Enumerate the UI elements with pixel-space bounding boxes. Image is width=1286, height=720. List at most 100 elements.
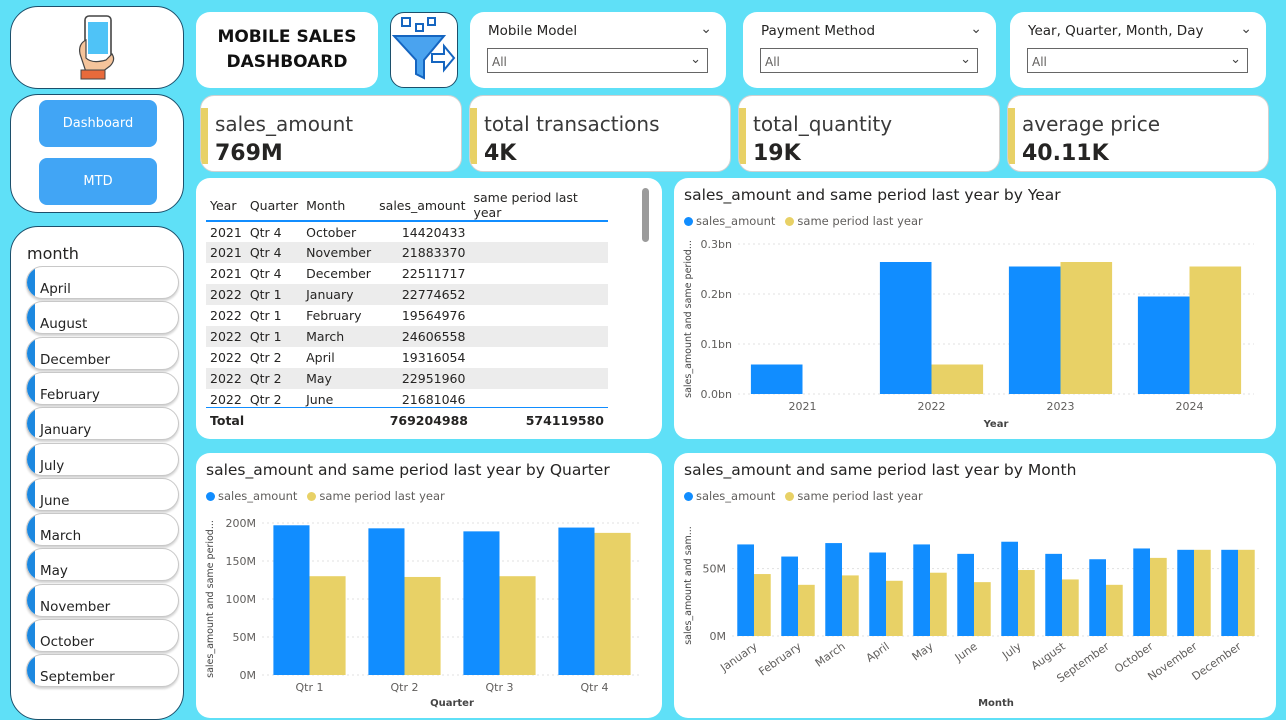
slicer-payment-method[interactable]: Payment Method ⌄ All ⌄ bbox=[743, 12, 996, 88]
x-tick-label: 2023 bbox=[1047, 400, 1075, 413]
slicer-date-hierarchy[interactable]: Year, Quarter, Month, Day ⌄ All ⌄ bbox=[1010, 12, 1266, 88]
chevron-down-icon[interactable]: ⌄ bbox=[970, 21, 982, 37]
table-cell: April bbox=[306, 350, 335, 365]
month-item-may[interactable]: May bbox=[26, 548, 179, 582]
table-row: 2022 Qtr 1 March 24606558 bbox=[206, 326, 608, 347]
bar-sales[interactable] bbox=[825, 543, 842, 636]
bar-sales[interactable] bbox=[558, 527, 595, 675]
bar-sales[interactable] bbox=[1089, 559, 1106, 636]
bar-sales[interactable] bbox=[368, 528, 405, 675]
bar-same-period[interactable] bbox=[1106, 584, 1123, 636]
month-item-july[interactable]: July bbox=[26, 442, 179, 476]
bar-same-period[interactable] bbox=[798, 584, 815, 636]
table-header[interactable]: Quarter bbox=[245, 190, 303, 222]
chart-svg: 0.0bn 0.1bn 0.2bn 0.3bn 2021 2022 2023 2024 Year… bbox=[683, 238, 1254, 430]
table-scrollbar[interactable] bbox=[642, 188, 649, 242]
y-tick-label: 0M bbox=[240, 669, 257, 682]
bar-sales[interactable] bbox=[1137, 296, 1190, 395]
bar-same-period[interactable] bbox=[1060, 262, 1113, 394]
y-tick-label: 0.3bn bbox=[701, 238, 732, 251]
month-item-january[interactable]: January bbox=[26, 407, 179, 441]
month-item-april[interactable]: April bbox=[26, 266, 179, 299]
month-item-august[interactable]: August bbox=[26, 301, 179, 335]
table-cell: Qtr 2 bbox=[249, 350, 282, 365]
month-item-november[interactable]: November bbox=[26, 583, 179, 617]
date-hierarchy-dropdown[interactable]: All ⌄ bbox=[1027, 48, 1248, 73]
y-tick-label: 0M bbox=[710, 630, 727, 643]
bar-same-period[interactable] bbox=[886, 580, 903, 636]
dashboard-button[interactable]: Dashboard bbox=[39, 100, 157, 147]
month-item-december[interactable]: December bbox=[26, 336, 179, 370]
chart-svg: 0M 50M JanuaryFebruary March April May June Jul… bbox=[683, 526, 1260, 709]
bar-same-period[interactable] bbox=[499, 576, 536, 675]
bar-sales[interactable] bbox=[1133, 548, 1150, 636]
bar-sales[interactable] bbox=[1177, 549, 1194, 636]
table-cell bbox=[469, 368, 608, 389]
y-tick-label: 0.0bn bbox=[701, 388, 732, 401]
logo-card bbox=[10, 6, 184, 89]
table-cell: 2022 bbox=[206, 284, 246, 305]
y-tick-label: 0.1bn bbox=[701, 338, 732, 351]
month-item-october[interactable]: October bbox=[26, 619, 179, 652]
bar-same-period[interactable] bbox=[404, 576, 441, 675]
filter-panel-button[interactable] bbox=[390, 12, 458, 88]
bar-same-period[interactable] bbox=[1189, 266, 1242, 395]
bar-sales[interactable] bbox=[1008, 266, 1061, 395]
chevron-down-icon[interactable]: ⌄ bbox=[1240, 21, 1252, 37]
table-cell: Qtr 4 bbox=[245, 242, 303, 263]
bar-sales[interactable] bbox=[879, 262, 932, 394]
bar-sales[interactable] bbox=[869, 552, 886, 636]
y-tick-label: 0.2bn bbox=[701, 288, 732, 301]
bar-same-period[interactable] bbox=[930, 572, 947, 636]
x-tick-label: May bbox=[910, 640, 936, 664]
bar-sales[interactable] bbox=[1045, 553, 1062, 636]
month-item-february[interactable]: February bbox=[26, 371, 179, 405]
bar-sales[interactable] bbox=[463, 531, 500, 675]
table-cell: 21883370 bbox=[375, 242, 470, 263]
chevron-down-icon[interactable]: ⌄ bbox=[700, 21, 712, 37]
table-header[interactable]: same period last year bbox=[469, 190, 608, 222]
bar-same-period[interactable] bbox=[1062, 579, 1079, 636]
month-item-march[interactable]: March bbox=[26, 513, 179, 547]
table-cell: 22774652 bbox=[375, 284, 470, 305]
bar-same-period[interactable] bbox=[1238, 549, 1255, 636]
bar-same-period[interactable] bbox=[974, 582, 991, 636]
bar-sales[interactable] bbox=[737, 544, 754, 636]
table-row: 2022 Qtr 1 January 22774652 bbox=[206, 284, 608, 305]
table-header[interactable]: sales_amount bbox=[375, 190, 470, 222]
bar-sales[interactable] bbox=[781, 556, 798, 636]
bar-sales[interactable] bbox=[913, 544, 930, 636]
slicer-mobile-model[interactable]: Mobile Model ⌄ All ⌄ bbox=[470, 12, 726, 88]
bar-same-period[interactable] bbox=[1018, 570, 1035, 636]
bar-sales[interactable] bbox=[1001, 541, 1018, 636]
table-cell: 2021 bbox=[210, 266, 242, 281]
mtd-button[interactable]: MTD bbox=[39, 158, 157, 205]
table-cell: 22511717 bbox=[401, 266, 466, 281]
payment-method-dropdown[interactable]: All ⌄ bbox=[760, 48, 978, 73]
bar-sales[interactable] bbox=[750, 364, 803, 395]
y-axis-label: sales_amount and sam... bbox=[683, 526, 694, 645]
mobile-model-dropdown[interactable]: All ⌄ bbox=[487, 48, 708, 73]
bar-same-period[interactable] bbox=[1150, 557, 1167, 636]
bar-same-period[interactable] bbox=[309, 576, 346, 675]
bar-same-period[interactable] bbox=[842, 575, 859, 636]
table-header[interactable]: Year bbox=[206, 190, 246, 222]
table-cell bbox=[469, 326, 608, 347]
table-cell: 2022 bbox=[206, 326, 246, 347]
bar-same-period[interactable] bbox=[1194, 549, 1211, 636]
table-row: 2021 Qtr 4 December 22511717 bbox=[206, 263, 608, 284]
bar-sales[interactable] bbox=[273, 525, 310, 675]
table-header[interactable]: Month bbox=[302, 190, 376, 222]
kpi-average-price: average price 40.11K bbox=[1007, 95, 1269, 172]
month-item-september[interactable]: September bbox=[26, 654, 179, 688]
bar-sales[interactable] bbox=[1221, 549, 1238, 636]
table-cell: 2022 bbox=[210, 308, 242, 323]
x-tick-label: January bbox=[717, 640, 760, 675]
bar-same-period[interactable] bbox=[594, 532, 631, 675]
bar-sales[interactable] bbox=[957, 553, 974, 636]
x-tick-label: June bbox=[952, 640, 980, 665]
bar-same-period[interactable] bbox=[931, 364, 984, 395]
bar-same-period[interactable] bbox=[754, 574, 771, 636]
table-cell: Qtr 1 bbox=[245, 284, 303, 305]
month-item-june[interactable]: June bbox=[26, 477, 179, 511]
